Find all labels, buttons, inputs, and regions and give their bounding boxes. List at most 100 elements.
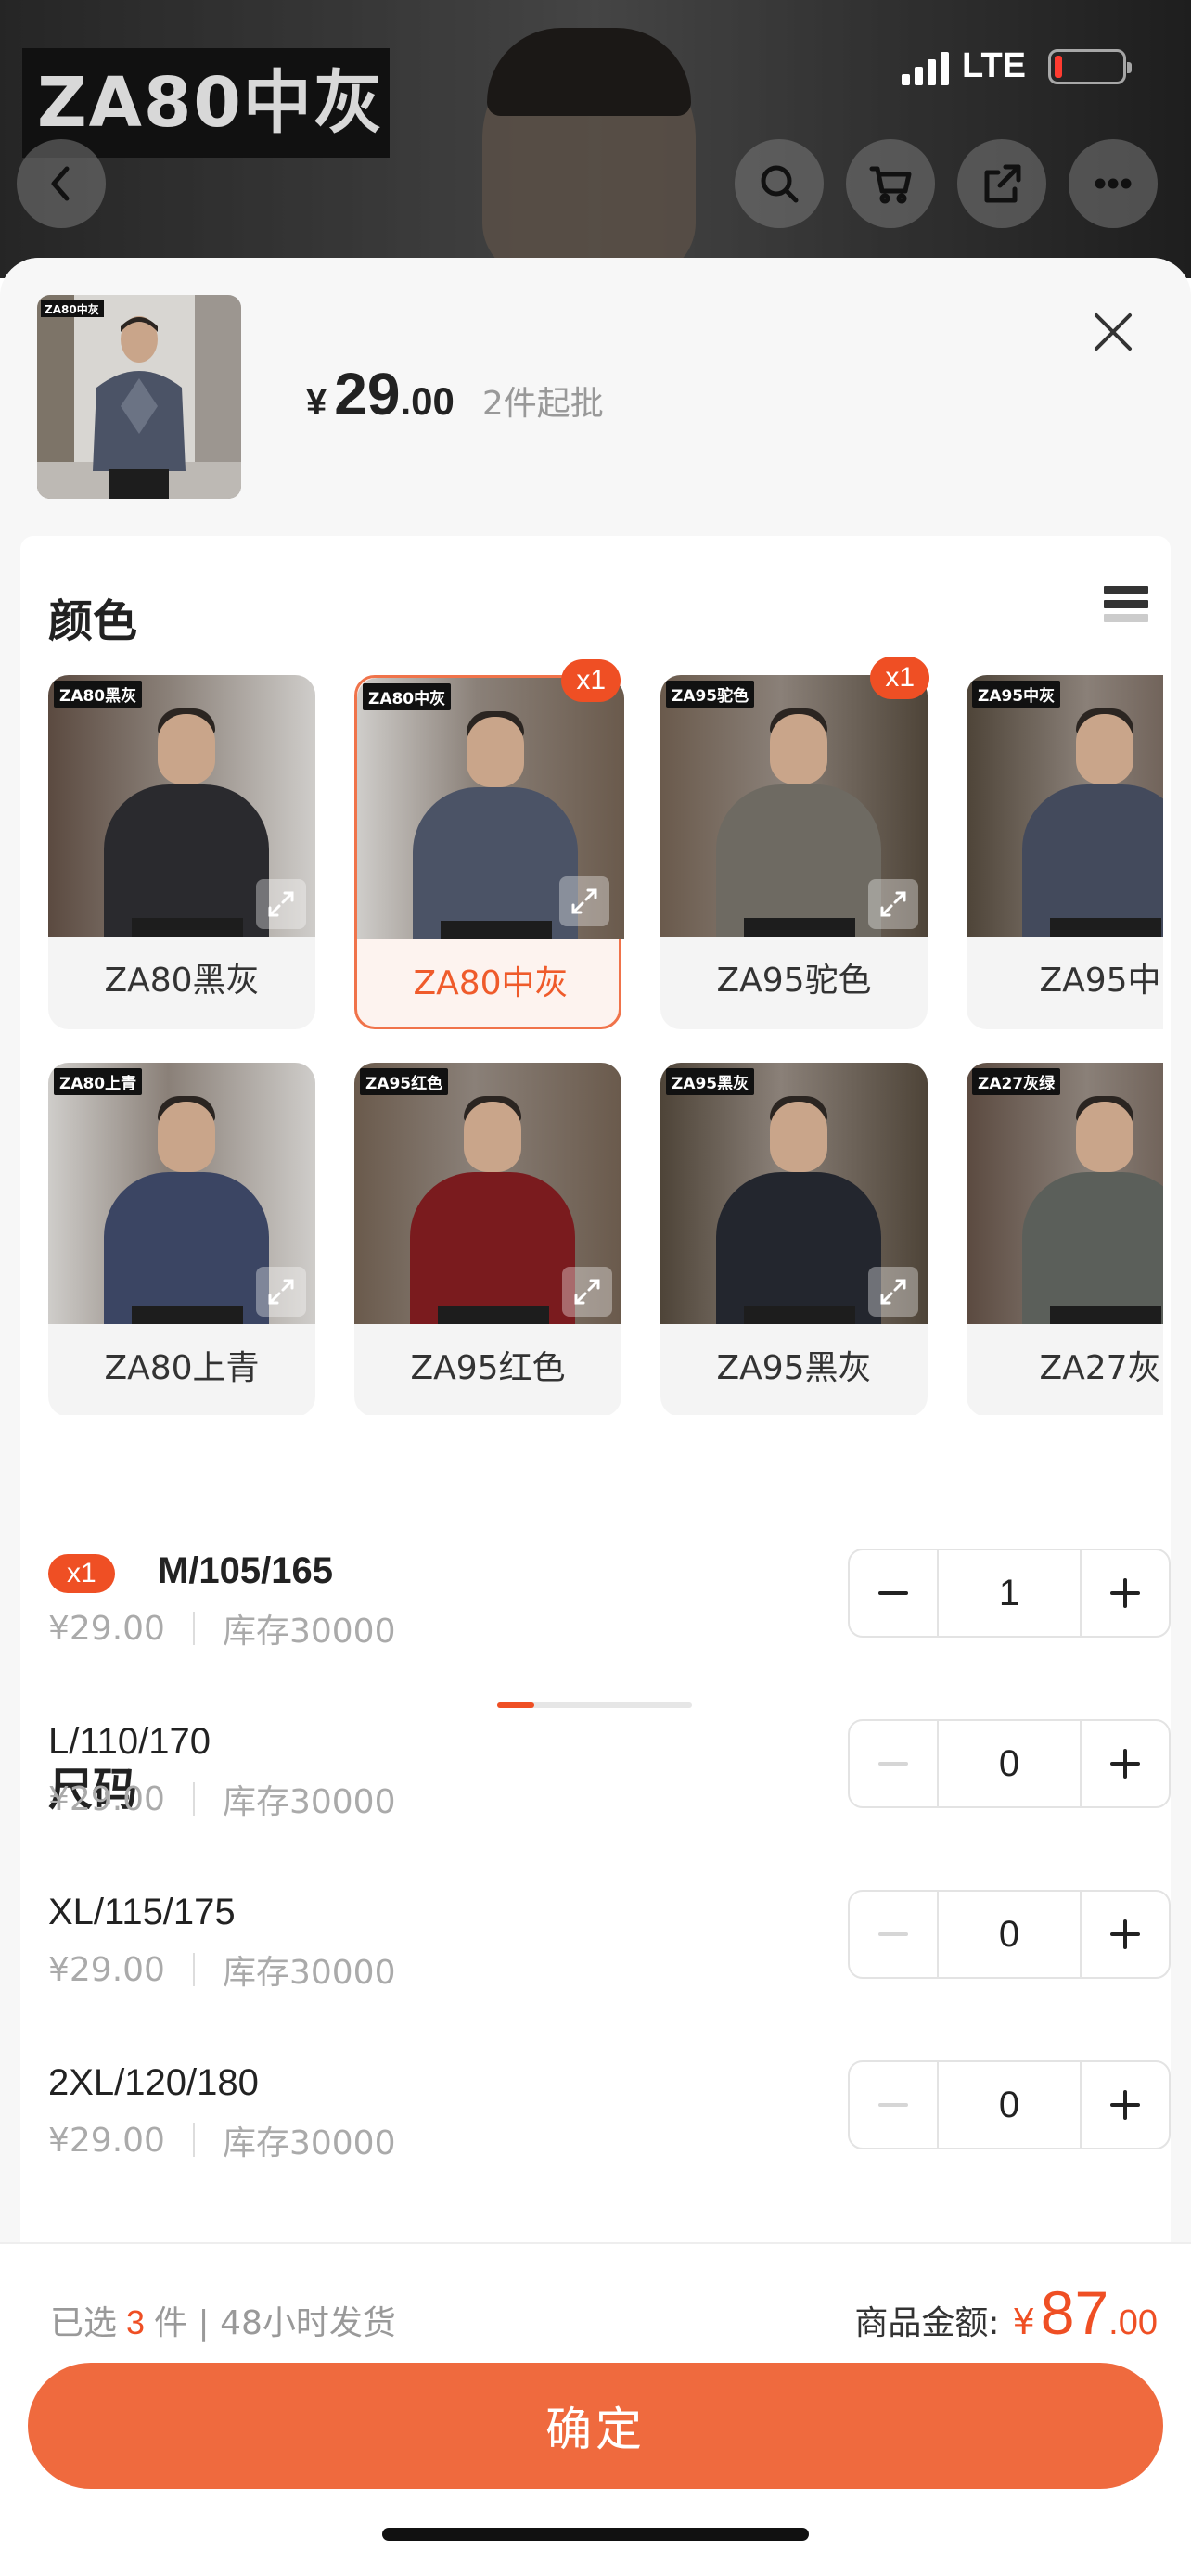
size-stock: 库存30000: [222, 1783, 396, 1821]
cart-button[interactable]: [846, 139, 935, 228]
swatch-label: ZA80上青: [104, 1349, 260, 1387]
back-button[interactable]: [17, 139, 106, 228]
color-swatch[interactable]: ZA95红色 ZA95红色: [354, 1063, 621, 1415]
size-stock: 库存30000: [222, 1954, 396, 1992]
swatch-photo: [967, 1063, 1163, 1324]
home-indicator: [382, 2528, 809, 2541]
status-bar: LTE: [902, 46, 1132, 86]
battery-icon: [1048, 48, 1132, 84]
size-name: M/105/165: [158, 1550, 334, 1591]
product-thumbnail[interactable]: ZA80中灰: [37, 295, 241, 499]
total-currency: ¥: [1012, 2302, 1035, 2342]
color-swatch[interactable]: ZA80中灰 x1 ZA80中灰: [354, 659, 624, 1029]
price-currency: ¥: [306, 382, 327, 423]
swatch-tag: ZA80黑灰: [54, 681, 143, 708]
swatch-label: ZA95中: [1039, 962, 1161, 1000]
swatch-tag: ZA95驼色: [666, 681, 755, 708]
more-button[interactable]: [1069, 139, 1158, 228]
plus-icon: [1110, 1919, 1140, 1949]
product-background: ZA80中灰 LTE: [0, 0, 1191, 278]
size-meta: ¥29.00 库存30000: [48, 1604, 396, 1652]
expand-icon[interactable]: [562, 1267, 612, 1317]
expand-icon[interactable]: [559, 876, 609, 926]
color-section-title: 颜色: [48, 595, 138, 647]
total-amount: 商品金额: ¥ 87 .00: [854, 2277, 1158, 2348]
list-view-icon[interactable]: [1104, 586, 1148, 636]
plus-icon: [1110, 2090, 1140, 2120]
product-photo: ZA80中灰: [37, 295, 241, 499]
total-decimal: .00: [1108, 2303, 1158, 2342]
size-name: 2XL/120/180: [48, 2062, 259, 2103]
close-button[interactable]: [1085, 304, 1141, 360]
signal-icon: [902, 48, 950, 85]
share-button[interactable]: [957, 139, 1046, 228]
size-row: x1 M/105/165 ¥29.00 库存30000 1: [48, 1549, 1171, 1662]
selected-suffix: 件 | 48小时发货: [154, 2304, 396, 2342]
swatch-count-badge: x1: [870, 657, 929, 699]
color-swatch[interactable]: ZA80上青 ZA80上青: [48, 1063, 315, 1415]
minus-icon: [878, 1591, 908, 1595]
minus-icon: [878, 1932, 908, 1936]
minus-icon: [878, 2103, 908, 2107]
color-swatch[interactable]: ZA27灰绿 ZA27灰: [967, 1063, 1163, 1415]
total-integer: 87: [1040, 2278, 1109, 2347]
size-qty-badge: x1: [48, 1554, 115, 1593]
size-row: XL/115/175 ¥29.00 库存30000 0: [48, 1890, 1171, 2003]
options-card: 颜色 ZA80黑灰 ZA80黑灰 ZA80中灰 x1 ZA80中灰 ZA95驼色 x1 ZA9…: [20, 536, 1171, 2242]
increment-button[interactable]: [1082, 1550, 1169, 1636]
decrement-button[interactable]: [850, 1721, 937, 1806]
swatch-label: ZA95红色: [410, 1349, 566, 1387]
selection-summary: 已选 3 件 | 48小时发货: [50, 2296, 396, 2344]
search-icon: [761, 165, 799, 203]
color-swatch-grid: ZA80黑灰 ZA80黑灰 ZA80中灰 x1 ZA80中灰 ZA95驼色 x1 ZA95驼色…: [48, 655, 1163, 1415]
search-button[interactable]: [735, 139, 824, 228]
increment-button[interactable]: [1082, 1721, 1169, 1806]
sheet-footer: 已选 3 件 | 48小时发货 商品金额: ¥ 87 .00 确定: [0, 2242, 1191, 2576]
expand-icon[interactable]: [868, 1267, 918, 1317]
color-swatch[interactable]: ZA80黑灰 ZA80黑灰: [48, 675, 315, 1029]
quantity-stepper: 0: [848, 1719, 1171, 1808]
selected-count: 3: [126, 2303, 146, 2341]
increment-button[interactable]: [1082, 1892, 1169, 1977]
size-price: ¥29.00: [48, 2121, 165, 2160]
expand-icon[interactable]: [256, 1267, 306, 1317]
size-price: ¥29.00: [48, 1779, 165, 1818]
expand-icon[interactable]: [256, 879, 306, 929]
network-label: LTE: [962, 46, 1026, 85]
swatch-tag: ZA27灰绿: [972, 1068, 1061, 1095]
color-swatch[interactable]: ZA95黑灰 ZA95黑灰: [660, 1063, 928, 1415]
color-swatch[interactable]: ZA95中灰 ZA95中: [967, 675, 1163, 1029]
decrement-button[interactable]: [850, 1892, 937, 1977]
size-price: ¥29.00: [48, 1950, 165, 1989]
quantity-stepper: 0: [848, 2060, 1171, 2149]
quantity-stepper: 0: [848, 1890, 1171, 1979]
swatch-tag: ZA95红色: [360, 1068, 449, 1095]
decrement-button[interactable]: [850, 2062, 937, 2148]
page-indicator: [497, 1702, 692, 1708]
size-meta: ¥29.00 库存30000: [48, 1775, 396, 1823]
cart-icon: [869, 166, 912, 204]
swatch-label: ZA80黑灰: [104, 962, 260, 1000]
selected-prefix: 已选: [50, 2304, 118, 2342]
size-stock: 库存30000: [222, 2124, 396, 2162]
quantity-value[interactable]: 1: [937, 1550, 1082, 1636]
more-dots-icon: [1095, 178, 1132, 189]
quantity-value[interactable]: 0: [937, 2062, 1082, 2148]
decrement-button[interactable]: [850, 1550, 937, 1636]
expand-icon[interactable]: [868, 879, 918, 929]
plus-icon: [1110, 1578, 1140, 1608]
size-meta: ¥29.00 库存30000: [48, 2116, 396, 2164]
chevron-left-icon: [51, 166, 70, 201]
swatch-count-badge: x1: [561, 659, 621, 702]
increment-button[interactable]: [1082, 2062, 1169, 2148]
size-name: L/110/170: [48, 1721, 211, 1762]
swatch-tag: ZA95黑灰: [666, 1068, 755, 1095]
size-name: XL/115/175: [48, 1892, 236, 1932]
color-swatch[interactable]: ZA95驼色 x1 ZA95驼色: [660, 657, 929, 1029]
swatch-tag: ZA80上青: [54, 1068, 143, 1095]
quantity-value[interactable]: 0: [937, 1892, 1082, 1977]
price-decimal: .00: [400, 379, 455, 423]
confirm-button[interactable]: 确定: [28, 2363, 1163, 2489]
swatch-tag: ZA80中灰: [363, 683, 452, 710]
quantity-value[interactable]: 0: [937, 1721, 1082, 1806]
